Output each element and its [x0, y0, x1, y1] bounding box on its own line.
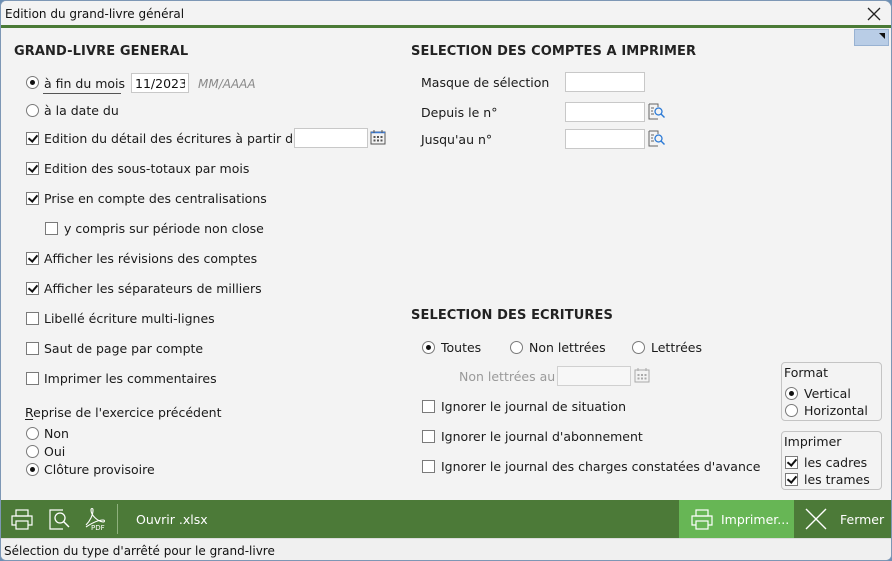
checkbox-separateurs[interactable]	[26, 282, 39, 295]
ecritures-heading: SELECTION DES ECRITURES	[411, 308, 613, 323]
print-icon[interactable]	[9, 507, 35, 531]
grand-livre-heading: GRAND-LIVRE GENERAL	[14, 44, 189, 59]
print-button[interactable]: Imprimer...	[679, 500, 794, 538]
checkbox-journal-abonnement[interactable]	[422, 430, 435, 443]
label-centralisations: Prise en compte des centralisations	[44, 191, 267, 206]
title-bar: Edition du grand-livre général	[1, 1, 891, 28]
toolbar-separator	[117, 504, 118, 534]
radio-fin-du-mois[interactable]	[26, 76, 39, 89]
label-saut-de-page: Saut de page par compte	[44, 341, 204, 356]
checkbox-sous-totaux[interactable]	[26, 162, 39, 175]
month-input[interactable]	[131, 73, 189, 93]
checkbox-journal-situation[interactable]	[422, 400, 435, 413]
checkbox-journal-charges[interactable]	[422, 460, 435, 473]
radio-reprise-cloture[interactable]	[26, 463, 39, 476]
depuis-input[interactable]	[565, 102, 645, 122]
close-icon	[867, 7, 881, 21]
checkbox-centralisations[interactable]	[26, 192, 39, 205]
svg-text:PDF: PDF	[91, 524, 105, 531]
window-title: Edition du grand-livre général	[5, 7, 185, 21]
non-lettrees-au-label: Non lettrées au	[459, 369, 556, 384]
radio-vertical[interactable]	[785, 387, 798, 400]
label-journal-abonnement: Ignorer le journal d'abonnement	[441, 429, 643, 444]
pdf-icon[interactable]: PDF	[83, 507, 109, 531]
label-periode-non-close: y compris sur période non close	[64, 221, 264, 236]
radio-non-lettrees[interactable]	[510, 341, 523, 354]
label-multi-lignes: Libellé écriture multi-lignes	[44, 311, 215, 326]
lookup-account-icon[interactable]	[648, 130, 666, 147]
focus-underline	[43, 93, 121, 94]
label-fin-du-mois: à fin du mois	[44, 76, 126, 91]
label-trames: les trames	[804, 472, 870, 487]
non-lettrees-au-input[interactable]	[557, 366, 631, 386]
preview-icon[interactable]	[47, 507, 73, 531]
label-reprise-cloture: Clôture provisoire	[44, 462, 155, 477]
label-cadres: les cadres	[804, 455, 868, 470]
label-journal-situation: Ignorer le journal de situation	[441, 399, 626, 414]
checkbox-multi-lignes[interactable]	[26, 312, 39, 325]
checkbox-trames[interactable]	[785, 473, 798, 486]
month-format-hint: MM/AAAA	[198, 77, 256, 91]
label-a-la-date-du: à la date du	[44, 103, 119, 118]
masque-input[interactable]	[565, 72, 645, 92]
checkbox-cadres[interactable]	[785, 456, 798, 469]
dialog-window: Edition du grand-livre général GRAND-LIV…	[0, 0, 892, 561]
label-revisions: Afficher les révisions des comptes	[44, 251, 258, 266]
radio-a-la-date-du[interactable]	[26, 104, 39, 117]
checkbox-saut-de-page[interactable]	[26, 342, 39, 355]
masque-label: Masque de sélection	[421, 75, 550, 90]
status-bar: Sélection du type d'arrêté pour le grand…	[1, 538, 891, 560]
checkbox-revisions[interactable]	[26, 252, 39, 265]
calendar-icon[interactable]	[370, 129, 386, 145]
jusqua-input[interactable]	[565, 129, 645, 149]
close-button[interactable]: Fermer	[794, 500, 891, 538]
window-close-button[interactable]	[863, 3, 885, 25]
calendar-icon[interactable]	[634, 367, 650, 383]
format-title: Format	[784, 365, 829, 380]
label-non-lettrees: Non lettrées	[529, 340, 606, 355]
radio-horizontal[interactable]	[785, 404, 798, 417]
label-vertical: Vertical	[804, 386, 851, 401]
radio-reprise-oui[interactable]	[26, 445, 39, 458]
close-icon	[805, 508, 827, 530]
label-commentaires: Imprimer les commentaires	[44, 371, 217, 386]
status-text: Sélection du type d'arrêté pour le grand…	[4, 544, 275, 558]
checkbox-commentaires[interactable]	[26, 372, 39, 385]
label-reprise-oui: Oui	[44, 444, 66, 459]
radio-reprise-non[interactable]	[26, 427, 39, 440]
lookup-account-icon[interactable]	[648, 103, 666, 120]
label-lettrees: Lettrées	[651, 340, 702, 355]
imprimer-title: Imprimer	[784, 434, 842, 449]
close-button-label: Fermer	[840, 512, 885, 527]
options-dropdown-button[interactable]	[854, 29, 889, 46]
label-edition-detail: Edition du détail des écritures à partir…	[44, 131, 302, 146]
comptes-heading: SELECTION DES COMPTES A IMPRIMER	[411, 44, 697, 59]
print-icon	[691, 509, 713, 530]
radio-lettrees[interactable]	[632, 341, 645, 354]
label-reprise-non: Non	[44, 426, 69, 441]
reprise-label: Reprise de l'exercice précédent	[25, 405, 222, 420]
label-horizontal: Horizontal	[804, 403, 868, 418]
checkbox-periode-non-close[interactable]	[45, 222, 58, 235]
depuis-label: Depuis le n°	[421, 105, 498, 120]
label-sous-totaux: Edition des sous-totaux par mois	[44, 161, 250, 176]
bottom-toolbar: PDF Ouvrir .xlsx Imprimer... Fermer	[1, 500, 891, 538]
label-journal-charges: Ignorer le journal des charges constatée…	[441, 459, 761, 474]
radio-toutes[interactable]	[422, 341, 435, 354]
print-button-label: Imprimer...	[721, 512, 790, 527]
jusqua-label: Jusqu'au n°	[421, 132, 493, 147]
checkbox-edition-detail[interactable]	[26, 132, 39, 145]
open-xlsx-button[interactable]: Ouvrir .xlsx	[136, 512, 208, 527]
mnemonic-underline	[25, 419, 33, 420]
label-separateurs: Afficher les séparateurs de milliers	[44, 281, 262, 296]
label-toutes: Toutes	[441, 340, 482, 355]
detail-from-date-input[interactable]	[294, 128, 368, 148]
corner-arrow-icon	[879, 33, 885, 39]
